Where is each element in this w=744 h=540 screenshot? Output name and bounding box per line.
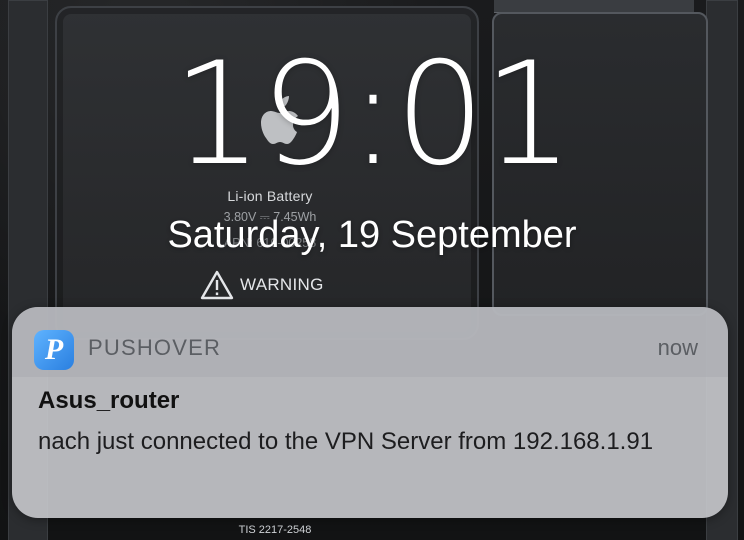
warning-text: WARNING: [240, 275, 324, 294]
footer-text: TIS 2217-2548: [238, 524, 312, 536]
notification-app-name: PUSHOVER: [88, 335, 222, 360]
notification-card[interactable]: P PUSHOVER now Asus_router nach just con…: [12, 307, 728, 518]
warning-triangle-icon: [200, 270, 234, 300]
lockscreen-time: 19:01: [172, 32, 573, 197]
app-icon-letter: P: [44, 333, 64, 366]
pushover-icon: P: [34, 330, 74, 370]
notification-body: nach just connected to the VPN Server fr…: [38, 428, 654, 455]
notification-time: now: [657, 335, 698, 360]
warning-label: WARNING: [200, 270, 324, 300]
notification-title: Asus_router: [38, 387, 180, 414]
lockscreen-date: Saturday, 19 September: [167, 214, 577, 256]
